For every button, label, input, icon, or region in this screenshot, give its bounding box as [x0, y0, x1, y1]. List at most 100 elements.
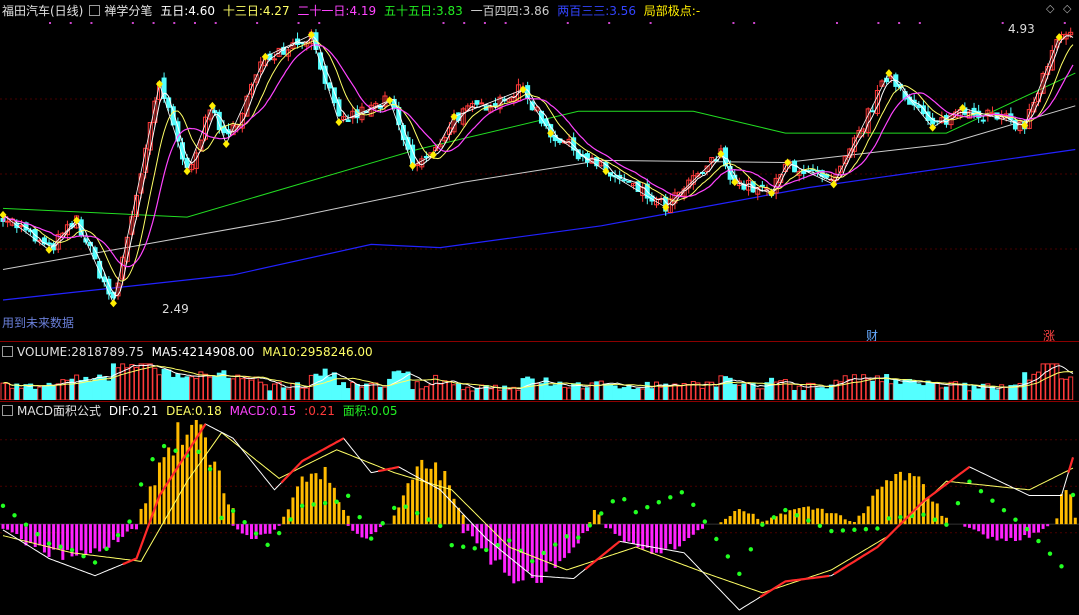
area-dot	[1001, 507, 1007, 513]
candle-body	[989, 112, 995, 115]
macd-histogram-bar	[176, 422, 180, 525]
pivot-diamond	[0, 210, 7, 219]
volume-bar	[143, 363, 149, 400]
dea-label: DEA:	[166, 404, 196, 418]
ma13-label: 十三日:	[222, 4, 263, 18]
macd-label: MACD面积公式	[17, 404, 101, 418]
macd-histogram-bar	[802, 507, 806, 525]
pivot-label: 局部极点:	[643, 4, 696, 18]
area-dot	[748, 547, 754, 552]
top-marker-dot	[152, 22, 155, 24]
macd-histogram-bar	[199, 424, 203, 525]
vol-ma10-value: 2958246.00	[300, 345, 373, 359]
macd-histogram-bar	[134, 524, 138, 530]
area-dot	[679, 490, 685, 495]
macd-histogram-bar	[401, 495, 405, 525]
area-dot	[299, 503, 305, 509]
volume-bar	[272, 383, 278, 400]
macd-toggle-icon[interactable]	[2, 405, 13, 416]
volume-bar	[202, 373, 208, 400]
volume-bar	[9, 387, 15, 400]
volume-bar	[796, 385, 802, 400]
macd-chart[interactable]	[0, 420, 1079, 614]
panel-close-icon[interactable]: ◇	[1063, 2, 1071, 15]
volume-bar	[943, 386, 949, 400]
volume-bar	[677, 385, 683, 400]
price-chart[interactable]	[0, 18, 1079, 342]
macd-histogram-bar	[328, 482, 332, 525]
volume-bar	[55, 383, 61, 400]
volume-bar	[0, 382, 6, 400]
macd-histogram-bar	[1004, 524, 1008, 541]
area-dot	[783, 507, 788, 513]
volume-bar	[897, 383, 903, 400]
macd-histogram-bar	[305, 481, 309, 525]
area-dot	[23, 522, 29, 527]
volume-bar	[437, 383, 443, 400]
volume-bar	[170, 376, 176, 400]
volume-bar	[341, 382, 347, 400]
volume-bar	[819, 387, 825, 400]
volume-bar	[364, 383, 370, 400]
candle-body	[272, 58, 278, 61]
macd-histogram-bar	[125, 524, 129, 532]
candle-body	[46, 242, 52, 245]
macd-histogram-bar	[1027, 524, 1031, 538]
area-dot	[863, 526, 869, 532]
macd-histogram-bar	[825, 513, 829, 525]
top-marker-dot	[256, 22, 259, 24]
dif-label: DIF:	[108, 404, 132, 418]
volume-header: VOLUME:2818789.75 MA5:4214908.00 MA10:29…	[2, 343, 377, 361]
macd-histogram-bar	[691, 524, 695, 535]
volume-bar	[216, 372, 222, 400]
area-dot	[173, 448, 178, 453]
top-marker-dot	[566, 22, 569, 24]
macd-histogram-bar	[687, 524, 691, 539]
area-dot	[127, 519, 132, 524]
volume-value: 2818789.75	[71, 345, 144, 359]
corner-diamond-icon[interactable]: ◇	[1046, 2, 1054, 15]
macd-histogram-bar	[880, 486, 884, 525]
volume-bar	[244, 376, 250, 400]
vol-ma5-value: 4214908.00	[181, 345, 255, 359]
macd-histogram-bar	[834, 513, 838, 525]
volume-bar	[732, 384, 738, 400]
macd-histogram-bar	[277, 524, 281, 526]
volume-bar	[718, 375, 724, 400]
macd-value: 0.15	[269, 404, 297, 418]
volume-chart[interactable]	[0, 360, 1079, 400]
macd-histogram-bar	[300, 476, 304, 525]
area-dot	[622, 497, 627, 502]
area-dot	[276, 530, 282, 536]
top-marker-dot	[49, 22, 52, 24]
area-dot	[1059, 564, 1064, 569]
area-dot	[334, 499, 339, 504]
volume-bar	[856, 381, 862, 400]
macd-histogram-bar	[314, 473, 318, 525]
area-dot	[760, 522, 765, 527]
macd-histogram-bar	[820, 508, 824, 525]
indicator-toggle-icon[interactable]	[89, 5, 101, 16]
macd-histogram-bar	[498, 524, 502, 560]
pivot-diamond	[222, 140, 230, 148]
volume-bar	[446, 380, 452, 400]
volume-toggle-icon[interactable]	[2, 346, 13, 357]
macd-value-label: MACD:	[229, 404, 270, 418]
stock-title: 福田汽车(日线)	[2, 4, 84, 18]
volume-bar	[603, 383, 609, 400]
area-dot	[472, 546, 477, 551]
macd-histogram-bar	[917, 476, 921, 525]
volume-bar	[686, 384, 692, 400]
volume-bar	[907, 378, 913, 400]
macd-histogram-bar	[719, 522, 723, 525]
macd-histogram-bar	[346, 524, 350, 526]
volume-bar	[331, 372, 337, 400]
macd-histogram-bar	[843, 519, 847, 525]
macd-histogram-bar	[733, 511, 737, 525]
macd-histogram-bar	[627, 524, 631, 542]
macd-histogram-bar	[701, 524, 705, 529]
volume-bar	[934, 382, 940, 400]
volume-bar	[410, 389, 416, 400]
volume-bar	[423, 386, 429, 400]
area-dot	[771, 515, 777, 520]
